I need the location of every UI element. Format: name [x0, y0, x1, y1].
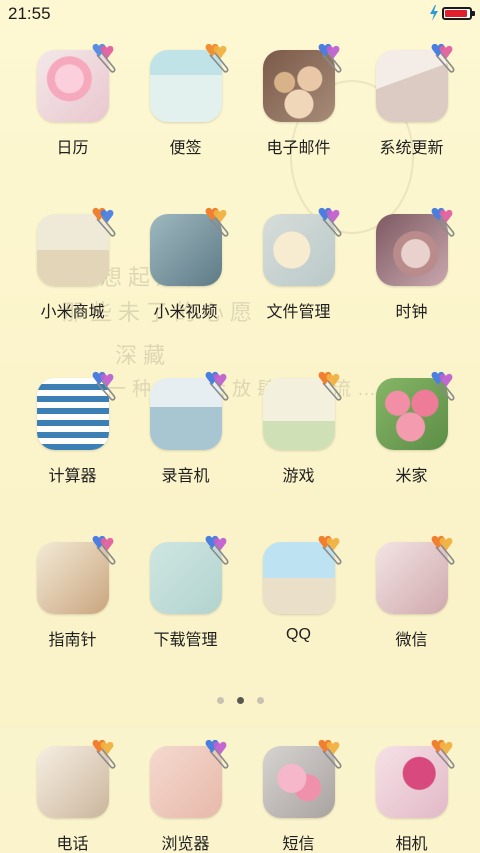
file-manager-icon[interactable]: [262, 207, 341, 286]
downloads-icon[interactable]: [149, 535, 228, 614]
paperclip-heart-decoration: [205, 207, 228, 237]
compass-icon[interactable]: [36, 535, 115, 614]
page-dot-1[interactable]: [216, 697, 224, 704]
app-label: 系统更新: [379, 140, 444, 157]
app-label: 录音机: [161, 468, 210, 485]
paperclip-heart-decoration: [205, 43, 228, 73]
browser-icon[interactable]: [149, 739, 228, 818]
paperclip-heart-decoration: [92, 535, 115, 565]
app-label: 浏览器: [161, 836, 210, 853]
paperclip-heart-decoration: [431, 535, 454, 565]
app-calendar[interactable]: 日历: [16, 40, 129, 170]
app-label: 下载管理: [153, 632, 218, 649]
app-qq[interactable]: QQ: [242, 532, 355, 662]
email-icon[interactable]: [262, 43, 341, 122]
app-recorder[interactable]: 录音机: [129, 368, 242, 498]
app-label: 日历: [56, 140, 89, 157]
clock-icon[interactable]: [375, 207, 454, 286]
app-label: 相机: [395, 836, 428, 853]
app-label: QQ: [286, 626, 311, 643]
mi-video-icon[interactable]: [149, 207, 228, 286]
phone-icon[interactable]: [36, 739, 115, 818]
app-email[interactable]: 电子邮件: [242, 40, 355, 170]
paperclip-heart-decoration: [318, 371, 341, 401]
calculator-icon[interactable]: [36, 371, 115, 450]
paperclip-heart-decoration: [92, 43, 115, 73]
mijia-icon[interactable]: [375, 371, 454, 450]
app-messages[interactable]: 短信: [242, 736, 355, 853]
status-bar: 21:55: [0, 0, 480, 28]
paperclip-heart-decoration: [318, 739, 341, 769]
battery-level: [445, 10, 468, 17]
paperclip-heart-decoration: [431, 739, 454, 769]
status-time: 21:55: [8, 4, 51, 23]
paperclip-heart-decoration: [431, 371, 454, 401]
app-label: 小米商城: [40, 304, 105, 321]
page-indicator[interactable]: [0, 697, 480, 709]
qq-icon[interactable]: [262, 535, 341, 614]
app-phone[interactable]: 电话: [16, 736, 129, 853]
app-camera[interactable]: 相机: [355, 736, 468, 853]
calendar-icon[interactable]: [36, 43, 115, 122]
wechat-icon[interactable]: [375, 535, 454, 614]
app-label: 指南针: [48, 632, 97, 649]
app-label: 小米视频: [153, 304, 218, 321]
app-system-update[interactable]: 系统更新: [355, 40, 468, 170]
mi-store-icon[interactable]: [36, 207, 115, 286]
recorder-icon[interactable]: [149, 371, 228, 450]
app-label: 微信: [395, 632, 428, 649]
camera-icon[interactable]: [375, 739, 454, 818]
app-label: 短信: [282, 836, 315, 853]
app-label: 米家: [395, 468, 428, 485]
app-grid: 日历 便签 电子邮件 系统更新小米商城 小米视频 文件管理 时钟计算器 录音机 游戏 米家指南针 下…: [0, 40, 480, 662]
paperclip-heart-decoration: [92, 207, 115, 237]
paperclip-heart-decoration: [318, 535, 341, 565]
app-label: 电子邮件: [266, 140, 331, 157]
app-label: 时钟: [395, 304, 428, 321]
paperclip-heart-decoration: [205, 739, 228, 769]
battery-icon: [442, 7, 472, 20]
paperclip-heart-decoration: [92, 739, 115, 769]
paperclip-heart-decoration: [92, 371, 115, 401]
page-dot-2[interactable]: [236, 697, 244, 704]
app-file-manager[interactable]: 文件管理: [242, 204, 355, 334]
app-label: 计算器: [48, 468, 97, 485]
app-calculator[interactable]: 计算器: [16, 368, 129, 498]
app-wechat[interactable]: 微信: [355, 532, 468, 662]
app-downloads[interactable]: 下载管理: [129, 532, 242, 662]
app-compass[interactable]: 指南针: [16, 532, 129, 662]
app-mi-video[interactable]: 小米视频: [129, 204, 242, 334]
app-browser[interactable]: 浏览器: [129, 736, 242, 853]
battery-tip: [472, 11, 475, 16]
app-clock[interactable]: 时钟: [355, 204, 468, 334]
games-icon[interactable]: [262, 371, 341, 450]
app-label: 便签: [169, 140, 202, 157]
paperclip-heart-decoration: [431, 207, 454, 237]
app-games[interactable]: 游戏: [242, 368, 355, 498]
paperclip-heart-decoration: [431, 43, 454, 73]
paperclip-heart-decoration: [205, 371, 228, 401]
app-notes[interactable]: 便签: [129, 40, 242, 170]
dock: 电话 浏览器 短信 相机: [0, 736, 480, 853]
page-dot-3[interactable]: [256, 697, 264, 704]
paperclip-heart-decoration: [318, 207, 341, 237]
paperclip-heart-decoration: [318, 43, 341, 73]
app-mi-store[interactable]: 小米商城: [16, 204, 129, 334]
messages-icon[interactable]: [262, 739, 341, 818]
system-update-icon[interactable]: [375, 43, 454, 122]
charging-icon: [430, 5, 438, 21]
app-mijia[interactable]: 米家: [355, 368, 468, 498]
app-label: 电话: [56, 836, 89, 853]
notes-icon[interactable]: [149, 43, 228, 122]
app-label: 游戏: [282, 468, 315, 485]
paperclip-heart-decoration: [205, 535, 228, 565]
app-label: 文件管理: [266, 304, 331, 321]
